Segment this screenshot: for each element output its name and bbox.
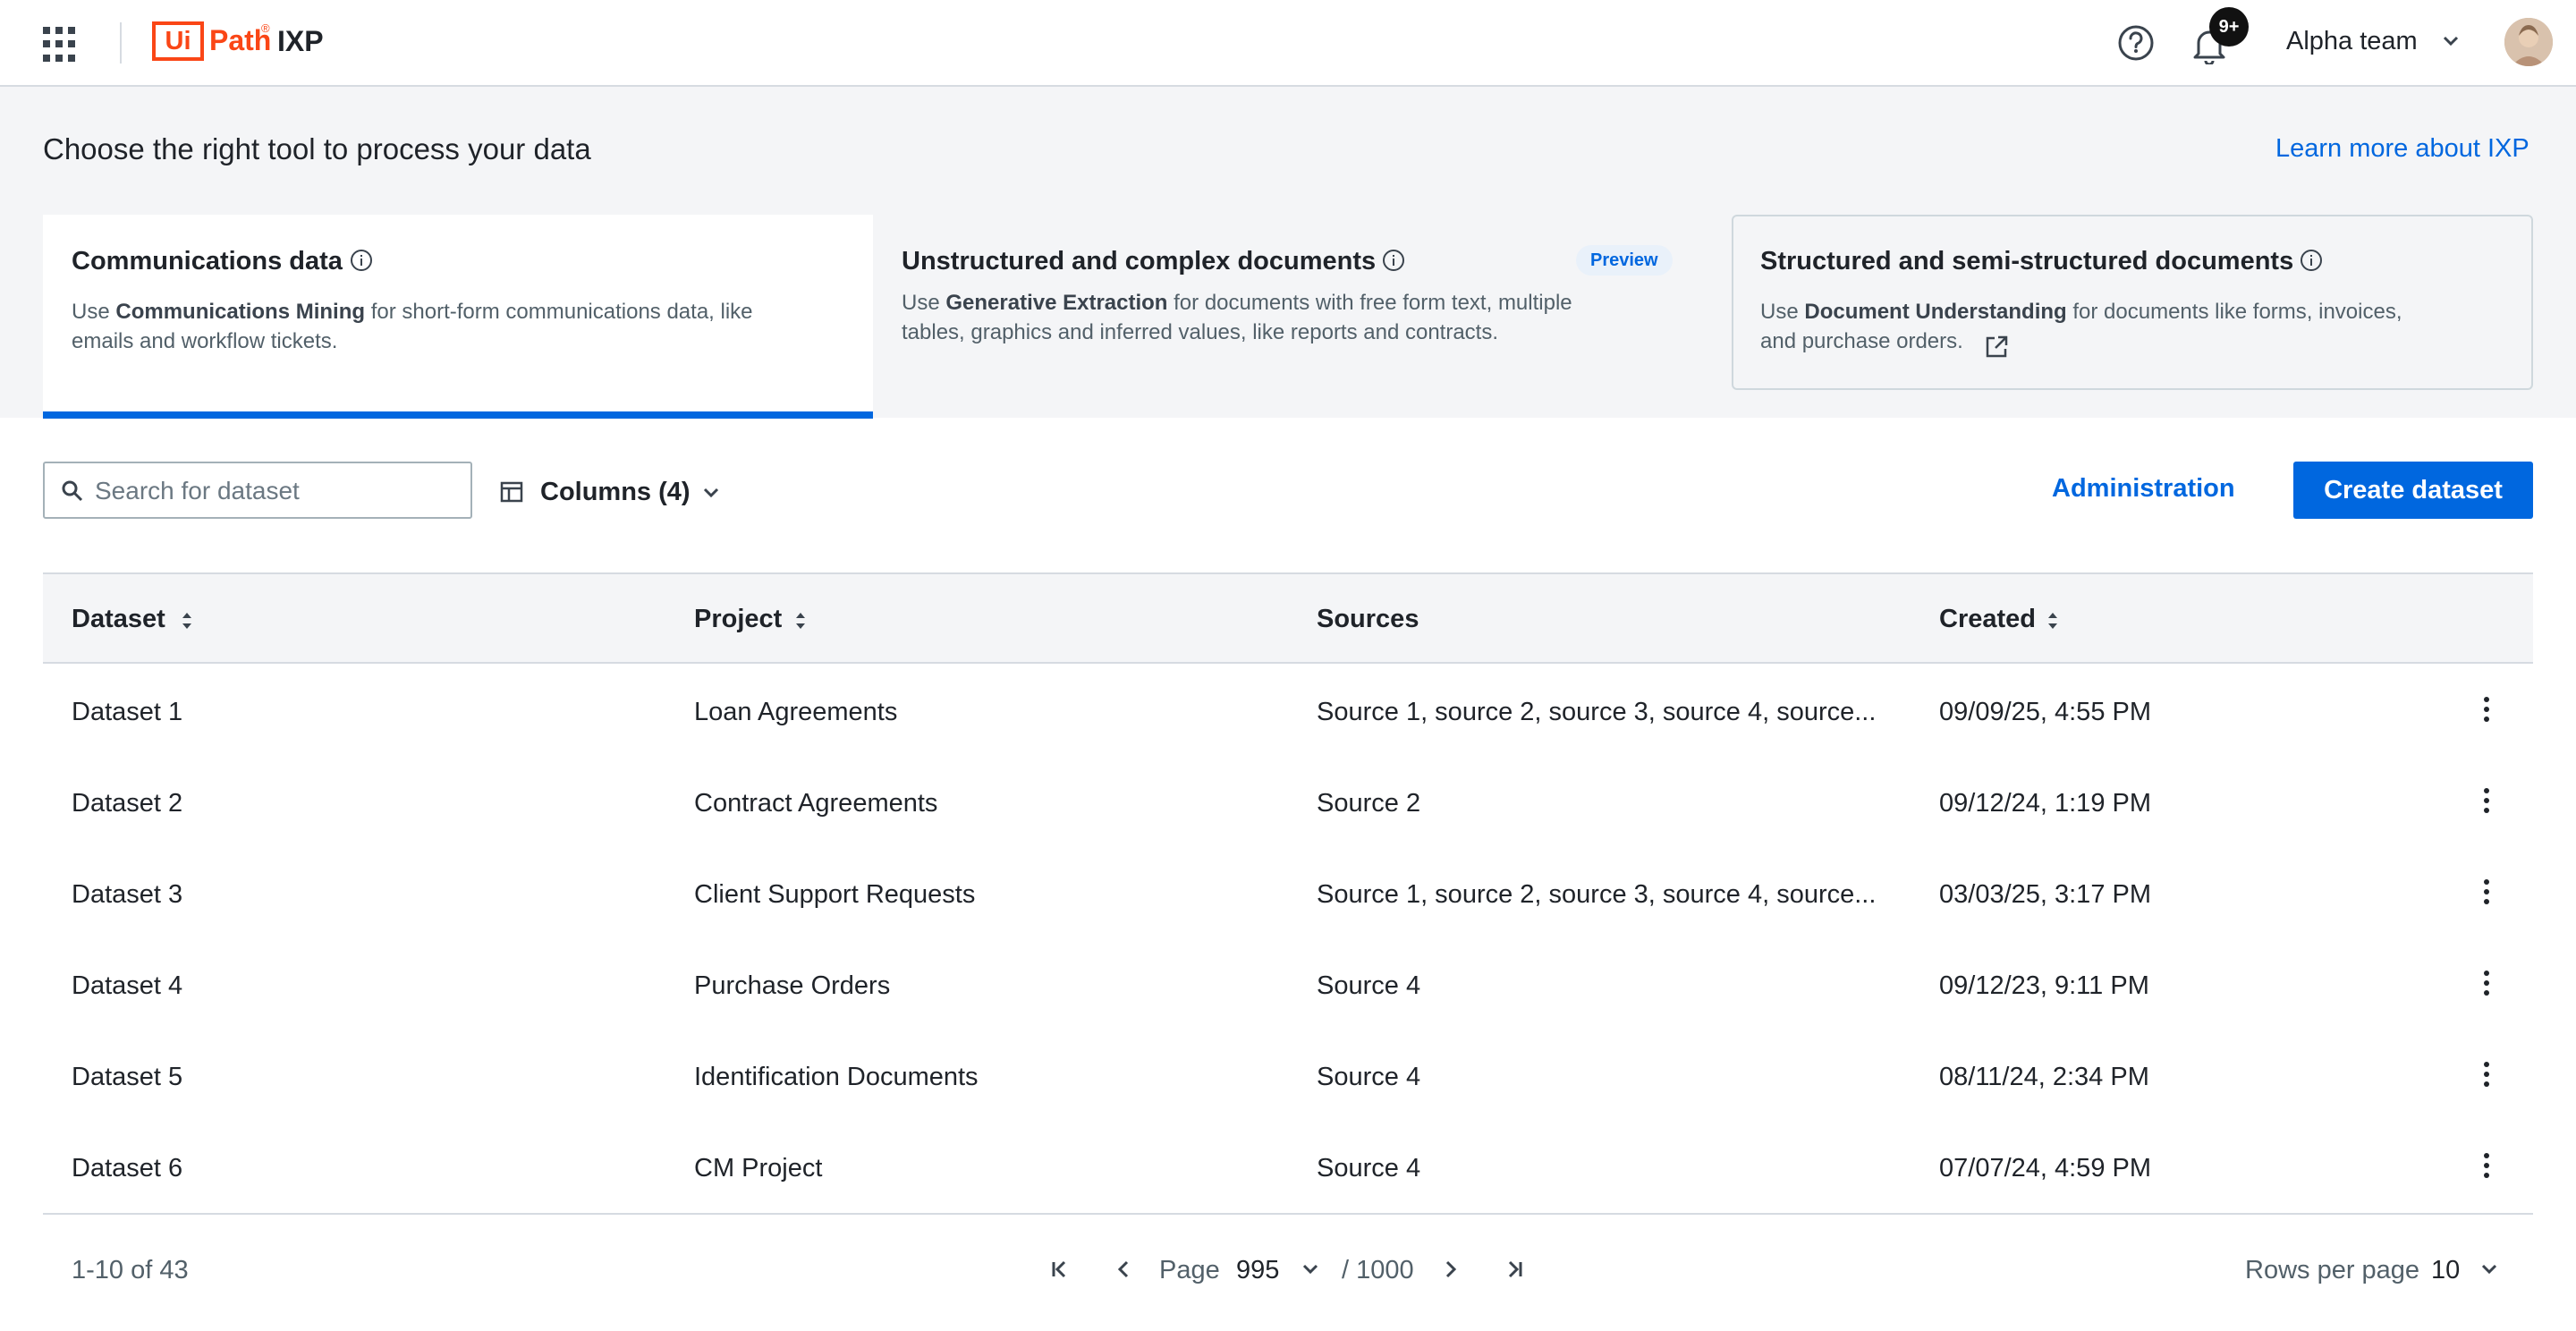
row-more-icon[interactable]: [2478, 1150, 2496, 1184]
created-date: 07/07/24, 4:59 PM: [1939, 1154, 2151, 1183]
card-structured-desc: Use Document Understanding for documents…: [1760, 300, 2402, 353]
column-header-created[interactable]: Created: [1939, 605, 2036, 634]
team-label: Alpha team: [2286, 27, 2418, 55]
table-row[interactable]: Dataset 5 Identification Documents Sourc…: [43, 1030, 2533, 1122]
search-input[interactable]: [93, 472, 454, 510]
project-name: Purchase Orders: [694, 971, 891, 1000]
dataset-name[interactable]: Dataset 3: [72, 880, 182, 910]
created-date: 08/11/24, 2:34 PM: [1939, 1063, 2149, 1091]
table-row[interactable]: Dataset 3 Client Support Requests Source…: [43, 848, 2533, 939]
card-structured-title: Structured and semi-structured documents: [1760, 247, 2294, 276]
document-understanding-name: Document Understanding: [1804, 300, 2067, 324]
column-header-sources: Sources: [1317, 605, 1419, 633]
info-icon[interactable]: [351, 250, 372, 271]
table-columns-icon: [500, 481, 523, 503]
avatar[interactable]: [2504, 18, 2553, 66]
column-header-project[interactable]: Project: [694, 605, 782, 634]
table-row[interactable]: Dataset 1 Loan Agreements Source 1, sour…: [43, 666, 2533, 757]
sources: Source 2: [1317, 789, 1421, 818]
table-row[interactable]: Dataset 2 Contract Agreements Source 2 0…: [43, 757, 2533, 848]
rows-per-page-label: Rows per page: [2245, 1256, 2420, 1284]
last-page-icon[interactable]: [1499, 1254, 1530, 1284]
chevron-down-icon[interactable]: [1295, 1254, 1326, 1284]
row-more-icon[interactable]: [2478, 968, 2496, 1002]
table-row[interactable]: Dataset 4 Purchase Orders Source 4 09/12…: [43, 939, 2533, 1030]
row-more-icon[interactable]: [2478, 694, 2496, 728]
registered-mark: ®: [261, 21, 270, 35]
project-name: Contract Agreements: [694, 789, 938, 818]
external-link-icon[interactable]: [1984, 335, 2009, 360]
pagination-range: 1-10 of 43: [72, 1256, 189, 1284]
uipath-logo[interactable]: Ui: [152, 21, 204, 61]
row-more-icon[interactable]: [2478, 1059, 2496, 1093]
header-divider: [120, 22, 122, 64]
sources: Source 1, source 2, source 3, source 4, …: [1317, 698, 1877, 726]
column-header-dataset[interactable]: Dataset: [72, 605, 165, 634]
created-date: 03/03/25, 3:17 PM: [1939, 880, 2151, 909]
row-more-icon[interactable]: [2478, 877, 2496, 911]
user-avatar-image: [2504, 18, 2553, 66]
chevron-down-icon: [703, 487, 719, 498]
dataset-name[interactable]: Dataset 2: [72, 789, 182, 818]
communications-mining-name: Communications Mining: [115, 300, 366, 324]
dataset-name[interactable]: Dataset 6: [72, 1154, 182, 1183]
dataset-search[interactable]: [43, 462, 472, 519]
top-header: Ui Path ® IXP 9+ Alpha team: [0, 0, 2576, 87]
sources: Source 4: [1317, 1063, 1421, 1091]
created-date: 09/12/23, 9:11 PM: [1939, 971, 2149, 1000]
next-page-icon[interactable]: [1435, 1254, 1465, 1284]
card-communications-title: Communications data: [72, 247, 343, 276]
sources: Source 4: [1317, 1154, 1421, 1183]
chevron-down-icon[interactable]: [2440, 34, 2462, 48]
dataset-name[interactable]: Dataset 4: [72, 971, 182, 1001]
card-communications-desc: Use Communications Mining for short-form…: [72, 300, 753, 353]
apps-grid-icon[interactable]: [43, 27, 79, 63]
table-header: Dataset Project Sources Created: [43, 572, 2533, 664]
sort-icon[interactable]: [2046, 610, 2059, 632]
notification-badge: 9+: [2209, 7, 2249, 47]
page-select[interactable]: 995: [1236, 1256, 1279, 1285]
rows-per-page-select[interactable]: 10: [2431, 1256, 2460, 1285]
project-name: Identification Documents: [694, 1063, 979, 1091]
project-name: Loan Agreements: [694, 698, 898, 726]
row-more-icon[interactable]: [2478, 785, 2496, 819]
table-footer-divider: [43, 1213, 2533, 1215]
chevron-down-icon[interactable]: [2474, 1254, 2504, 1284]
create-dataset-button[interactable]: Create dataset: [2293, 462, 2533, 519]
created-date: 09/12/24, 1:19 PM: [1939, 789, 2151, 818]
project-name: Client Support Requests: [694, 880, 976, 909]
project-name: CM Project: [694, 1154, 823, 1183]
columns-label: Columns (4): [540, 478, 691, 506]
first-page-icon[interactable]: [1045, 1254, 1075, 1284]
dataset-name[interactable]: Dataset 1: [72, 698, 182, 727]
previous-page-icon[interactable]: [1109, 1254, 1140, 1284]
product-name: IXP: [277, 25, 324, 57]
administration-button[interactable]: Administration: [2052, 474, 2235, 504]
search-icon: [62, 480, 83, 502]
table-row[interactable]: Dataset 6 CM Project Source 4 07/07/24, …: [43, 1122, 2533, 1213]
page-label: Page: [1159, 1256, 1220, 1284]
sort-icon[interactable]: [181, 610, 193, 632]
dataset-name[interactable]: Dataset 5: [72, 1063, 182, 1092]
card-unstructured-documents[interactable]: [873, 215, 1732, 411]
help-icon[interactable]: [2116, 23, 2156, 63]
sources: Source 1, source 2, source 3, source 4, …: [1317, 880, 1877, 909]
sort-icon[interactable]: [794, 610, 807, 632]
team-selector[interactable]: Alpha team: [2286, 27, 2418, 56]
banner-title: Choose the right tool to process your da…: [43, 132, 591, 165]
sources: Source 4: [1317, 971, 1421, 1000]
created-date: 09/09/25, 4:55 PM: [1939, 698, 2151, 726]
selected-card-indicator: [43, 411, 873, 419]
info-icon[interactable]: [2301, 250, 2322, 271]
page-total: / 1000: [1342, 1256, 1414, 1284]
learn-more-link[interactable]: Learn more about IXP: [2275, 134, 2529, 164]
